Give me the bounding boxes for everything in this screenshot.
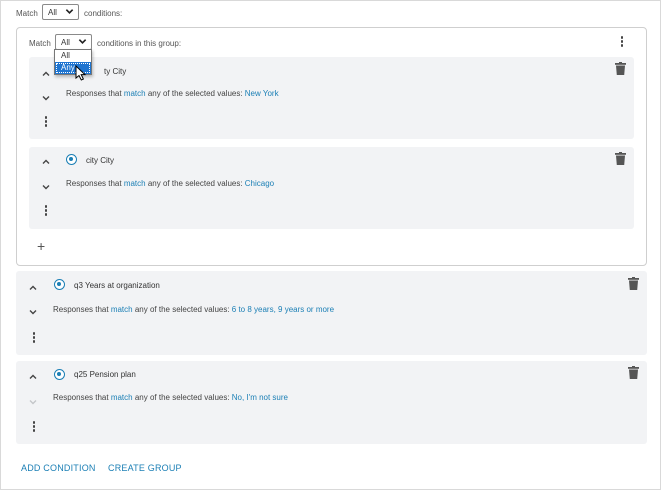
dropdown-option-all[interactable]: All: [55, 50, 91, 62]
summary-mid: any of the selected values:: [145, 89, 245, 98]
selected-values-link[interactable]: New York: [245, 89, 279, 98]
top-match-select[interactable]: All: [42, 4, 79, 20]
match-label: Match: [16, 9, 38, 18]
condition-group: Match All conditions in this group: ty C…: [16, 27, 647, 266]
radio-selected-icon[interactable]: [66, 154, 77, 165]
chevron-up-icon[interactable]: [41, 157, 51, 167]
plus-icon[interactable]: +: [37, 239, 45, 253]
summary-prefix: Responses that: [53, 305, 111, 314]
condition-summary: Responses that match any of the selected…: [53, 393, 288, 402]
condition-summary: Responses that match any of the selected…: [66, 179, 274, 188]
trash-icon[interactable]: [628, 366, 639, 379]
condition-builder: Match All conditions: Match All conditio…: [0, 0, 661, 490]
group-condition-card: city City Responses that match any of th…: [29, 147, 634, 229]
selected-values-link[interactable]: No, I'm not sure: [232, 393, 288, 402]
condition-title: q3 Years at organization: [74, 281, 160, 290]
group-match-value: All: [61, 38, 70, 47]
group-conditions-label: conditions in this group:: [97, 39, 182, 48]
conditions-label: conditions:: [84, 9, 123, 18]
condition-summary: Responses that match any of the selected…: [66, 89, 279, 98]
chevron-down-icon[interactable]: [41, 182, 51, 192]
chevron-down-icon: [65, 9, 74, 14]
trash-icon[interactable]: [615, 62, 626, 75]
summary-prefix: Responses that: [66, 179, 124, 188]
selected-values-link[interactable]: 6 to 8 years, 9 years or more: [232, 305, 334, 314]
group-match-label: Match: [29, 39, 51, 48]
more-vertical-icon[interactable]: [620, 36, 624, 47]
chevron-down-icon[interactable]: [41, 93, 51, 103]
condition-summary: Responses that match any of the selected…: [53, 305, 334, 314]
create-group-button[interactable]: CREATE GROUP: [108, 463, 182, 473]
add-condition-button[interactable]: ADD CONDITION: [21, 463, 96, 473]
chevron-up-icon[interactable]: [28, 283, 38, 293]
chevron-down-icon[interactable]: [28, 307, 38, 317]
chevron-down-icon: [29, 400, 37, 405]
chevron-down-icon: [78, 39, 87, 44]
summary-prefix: Responses that: [53, 393, 111, 402]
radio-selected-icon[interactable]: [54, 279, 65, 290]
condition-card: q3 Years at organization Responses that …: [16, 271, 647, 355]
chevron-up-icon[interactable]: [28, 372, 38, 382]
chevron-up-icon[interactable]: [41, 69, 51, 79]
radio-selected-icon[interactable]: [54, 369, 65, 380]
more-vertical-icon[interactable]: [32, 421, 36, 432]
group-condition-card: ty City Responses that match any of the …: [29, 57, 634, 139]
more-vertical-icon[interactable]: [44, 205, 48, 216]
match-operator-link[interactable]: match: [111, 393, 133, 402]
match-operator-link[interactable]: match: [124, 89, 146, 98]
more-vertical-icon[interactable]: [32, 332, 36, 343]
mouse-cursor-icon: [75, 65, 87, 81]
group-match-select[interactable]: All: [55, 34, 92, 50]
trash-icon[interactable]: [615, 152, 626, 165]
condition-card: q25 Pension plan Responses that match an…: [16, 361, 647, 444]
match-operator-link[interactable]: match: [124, 179, 146, 188]
selected-values-link[interactable]: Chicago: [245, 179, 274, 188]
condition-title: ty City: [104, 67, 127, 76]
summary-mid: any of the selected values:: [145, 179, 245, 188]
top-match-value: All: [48, 8, 57, 17]
condition-title: city City: [86, 156, 114, 165]
summary-prefix: Responses that: [66, 89, 124, 98]
summary-mid: any of the selected values:: [132, 305, 232, 314]
summary-mid: any of the selected values:: [132, 393, 232, 402]
match-operator-link[interactable]: match: [111, 305, 133, 314]
trash-icon[interactable]: [628, 277, 639, 290]
more-vertical-icon[interactable]: [44, 116, 48, 127]
condition-title: q25 Pension plan: [74, 370, 136, 379]
